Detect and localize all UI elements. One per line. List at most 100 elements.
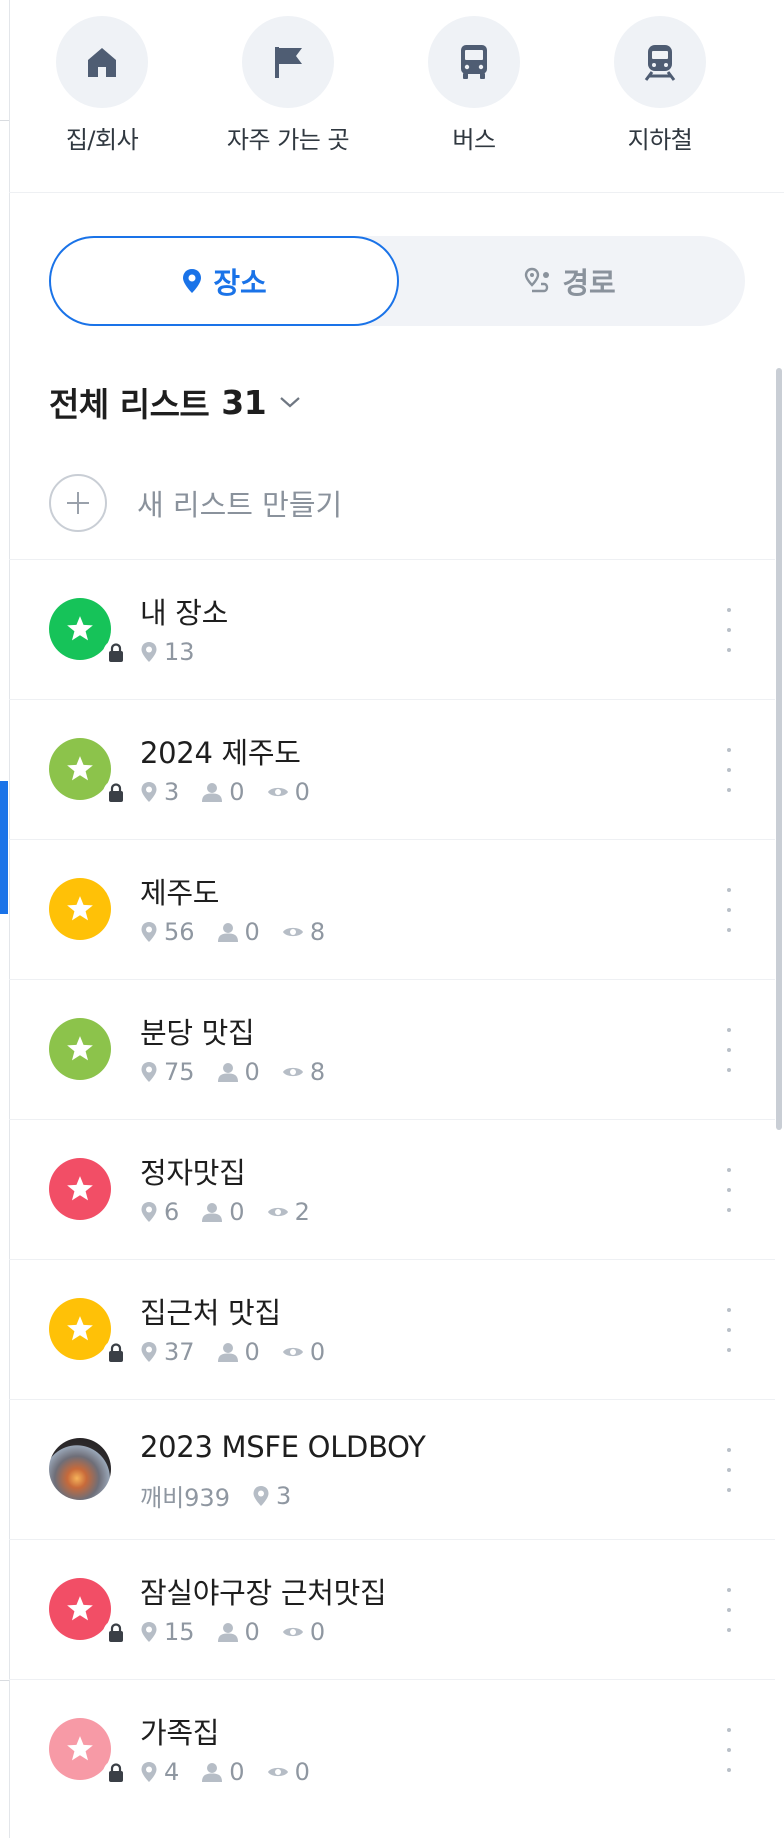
pin-icon [140, 641, 164, 663]
more-options-icon[interactable] [719, 748, 739, 792]
eye-icon [282, 1345, 310, 1359]
list-title: 분당 맛집 [140, 1016, 255, 1050]
list-item[interactable]: 집근처 맛집 37 0 0 [9, 1259, 775, 1399]
tab-route[interactable]: 경로 [395, 236, 745, 326]
quick-home-label: 집/회사 [65, 126, 139, 154]
person-icon [201, 782, 229, 802]
view-count-value: 8 [309, 918, 326, 946]
more-options-icon[interactable] [719, 1168, 739, 1212]
side-divider [0, 120, 9, 121]
follower-count-value: 0 [229, 778, 245, 806]
tab-place[interactable]: 장소 [49, 236, 399, 326]
home-icon [56, 16, 148, 108]
new-list-label: 새 리스트 만들기 [137, 488, 343, 522]
pin-icon [140, 1761, 164, 1783]
pin-icon [140, 1341, 164, 1363]
pin-icon [140, 1201, 164, 1223]
list-filter-dropdown[interactable]: 전체 리스트 31 [49, 378, 302, 426]
follower-count: 0 [217, 1058, 260, 1086]
list-item[interactable]: 분당 맛집 75 0 8 [9, 979, 775, 1119]
list-item[interactable]: 내 장소 13 [9, 559, 775, 699]
star-icon [49, 1718, 111, 1780]
more-options-icon[interactable] [719, 1448, 739, 1492]
place-route-toggle: 장소 경로 [49, 236, 745, 326]
pin-icon [140, 921, 164, 943]
tab-place-label: 장소 [213, 266, 267, 300]
follower-count: 0 [217, 1338, 260, 1366]
eye-icon [282, 925, 310, 939]
follower-count: 0 [201, 1198, 245, 1226]
follower-count: 0 [201, 1758, 245, 1786]
view-count-value: 0 [294, 1758, 310, 1786]
quick-subway-label: 지하철 [627, 126, 693, 154]
view-count-value: 2 [294, 1198, 310, 1226]
scrollbar[interactable] [776, 368, 782, 1130]
saved-lists: 내 장소 13 2024 제주도 3 0 0 제주도 56 0 8 분당 맛집 75 0 8 정자맛집 6 0 2… [9, 559, 775, 1819]
bookmark-panel: 집/회사 자주 가는 곳 버스 지하철 장소 경로 전체 리스트 31 새 리스… [9, 0, 784, 1838]
follower-count-value: 0 [229, 1198, 245, 1226]
plus-icon [49, 474, 107, 532]
place-count: 3 [252, 1482, 291, 1510]
quick-subway-button[interactable]: 지하철 [567, 0, 753, 192]
more-options-icon[interactable] [719, 1308, 739, 1352]
quick-home-button[interactable]: 집/회사 [9, 0, 195, 192]
new-list-button[interactable]: 새 리스트 만들기 [49, 474, 342, 532]
star-icon [49, 1298, 111, 1360]
star-icon [49, 738, 111, 800]
quick-bus-label: 버스 [452, 126, 496, 154]
place-count-value: 13 [164, 638, 195, 666]
lock-icon [103, 1760, 129, 1786]
view-count: 0 [267, 778, 310, 806]
more-options-icon[interactable] [719, 1728, 739, 1772]
list-item[interactable]: 잠실야구장 근처맛집 15 0 0 [9, 1539, 775, 1679]
view-count: 0 [282, 1338, 325, 1366]
place-count: 37 [140, 1338, 195, 1366]
list-meta: 13 [140, 638, 217, 666]
list-photo-thumbnail [49, 1438, 111, 1500]
place-count: 4 [140, 1758, 179, 1786]
pin-icon [140, 781, 164, 803]
view-count: 2 [267, 1198, 310, 1226]
list-title: 2023 MSFE OLDBOY [140, 1430, 426, 1464]
more-options-icon[interactable] [719, 608, 739, 652]
place-count: 56 [140, 918, 195, 946]
quick-menu: 집/회사 자주 가는 곳 버스 지하철 [9, 0, 784, 193]
more-options-icon[interactable] [719, 1028, 739, 1072]
eye-icon [267, 785, 295, 799]
list-item[interactable]: 2024 제주도 3 0 0 [9, 699, 775, 839]
pin-icon [252, 1485, 276, 1507]
follower-count-value: 0 [244, 1058, 260, 1086]
follower-count-value: 0 [244, 1338, 260, 1366]
star-icon [49, 1158, 111, 1220]
eye-icon [267, 1765, 295, 1779]
side-divider [0, 1680, 9, 1681]
list-count: 31 [221, 382, 267, 422]
list-item[interactable]: 제주도 56 0 8 [9, 839, 775, 979]
list-title: 제주도 [140, 876, 220, 910]
place-count-value: 4 [164, 1758, 180, 1786]
follower-count-value: 0 [229, 1758, 245, 1786]
star-icon [49, 1578, 111, 1640]
view-count-value: 0 [309, 1618, 326, 1646]
bus-icon [428, 16, 520, 108]
list-meta: 3 0 0 [140, 778, 332, 806]
list-meta: 깨비939 3 [140, 1478, 313, 1513]
list-item[interactable]: 2023 MSFE OLDBOY 깨비939 3 [9, 1399, 775, 1539]
place-count: 13 [140, 638, 195, 666]
follower-count: 0 [217, 1618, 260, 1646]
list-title: 가족집 [140, 1716, 220, 1750]
view-count-value: 8 [309, 1058, 326, 1086]
quick-bus-button[interactable]: 버스 [381, 0, 567, 192]
list-meta: 6 0 2 [140, 1198, 332, 1226]
list-item[interactable]: 정자맛집 6 0 2 [9, 1119, 775, 1259]
view-count: 8 [282, 918, 325, 946]
place-count-value: 3 [164, 778, 180, 806]
more-options-icon[interactable] [719, 1588, 739, 1632]
quick-frequent-button[interactable]: 자주 가는 곳 [195, 0, 381, 192]
list-item[interactable]: 가족집 4 0 0 [9, 1679, 775, 1819]
more-options-icon[interactable] [719, 888, 739, 932]
person-icon [217, 1622, 245, 1642]
list-owner-value: 깨비939 [140, 1484, 230, 1512]
subway-icon [614, 16, 706, 108]
lock-icon [103, 780, 129, 806]
